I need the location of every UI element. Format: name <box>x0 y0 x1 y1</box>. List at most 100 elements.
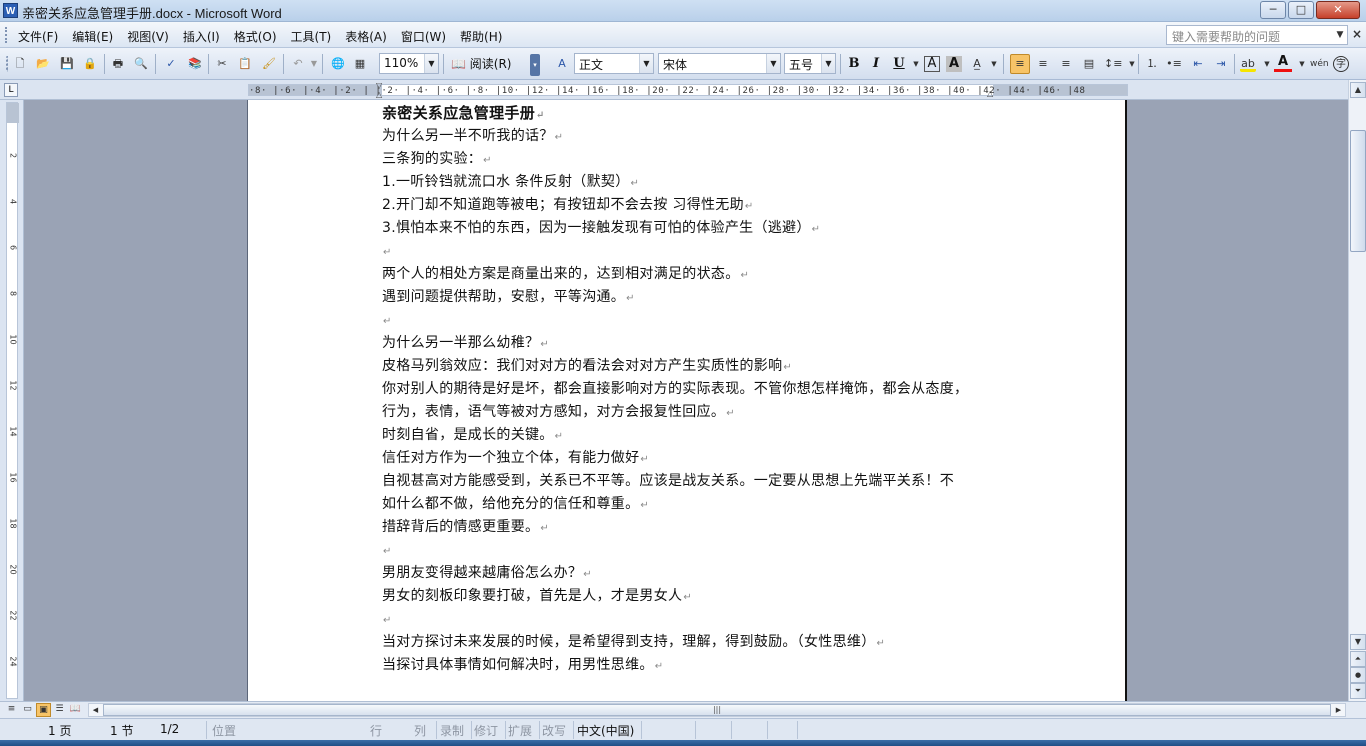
scroll-right-icon[interactable]: ▶ <box>1332 704 1345 716</box>
web-view-icon[interactable]: ▭ <box>20 703 35 717</box>
print-icon[interactable]: 🖶 <box>110 56 126 72</box>
styles-formatting-icon[interactable]: A <box>554 56 570 72</box>
character-scaling-icon[interactable]: A̲ <box>969 56 985 72</box>
print-preview-icon[interactable]: 🔍 <box>133 56 149 72</box>
highlight-icon[interactable]: ab <box>1240 56 1256 72</box>
pinyin-guide-icon[interactable]: wén <box>1310 56 1329 72</box>
menu-item[interactable]: 格式(O) <box>230 26 281 47</box>
menu-item[interactable]: 插入(I) <box>179 26 224 47</box>
close-document-button[interactable]: × <box>1352 27 1362 41</box>
indent-marker-icon[interactable]: ▽ △ <box>376 81 385 99</box>
horizontal-scroll-thumb[interactable]: ||| <box>103 704 1331 716</box>
document-paragraph[interactable]: 你对别人的期待是好是坏，都会直接影响对方的实际表现。不管你想怎样掩饰，都会从态度… <box>382 378 1002 401</box>
next-page-icon[interactable]: ⏷ <box>1350 683 1366 699</box>
document-paragraph[interactable]: 三条狗的实验：↵ <box>382 148 1002 171</box>
scaling-dropdown-icon[interactable]: ▼ <box>986 56 1002 72</box>
document-paragraph[interactable]: 男朋友变得越来越庸俗怎么办？↵ <box>382 562 1002 585</box>
align-right-button[interactable]: ≡ <box>1058 56 1074 72</box>
scroll-thumb[interactable] <box>1350 130 1366 252</box>
toolbar-options-icon[interactable]: ▾ <box>530 54 540 76</box>
format-painter-icon[interactable]: 🖌 <box>261 56 277 72</box>
status-overtype[interactable]: 改写 <box>542 722 566 738</box>
document-paragraph[interactable]: ↵ <box>382 539 1002 562</box>
scroll-down-icon[interactable]: ▼ <box>1350 634 1366 650</box>
document-paragraph[interactable]: 3.惧怕本来不怕的东西，因为一接触发现有可怕的体验产生（逃避）↵ <box>382 217 1002 240</box>
horizontal-scrollbar[interactable]: ◀ ||| ▶ <box>88 703 1346 717</box>
document-paragraph[interactable]: ↵ <box>382 240 1002 263</box>
tables-borders-icon[interactable]: ▦ <box>352 56 368 72</box>
document-paragraph[interactable]: 遇到问题提供帮助，安慰，平等沟通。↵ <box>382 286 1002 309</box>
permission-icon[interactable]: 🔒 <box>82 56 98 72</box>
previous-page-icon[interactable]: ⏶ <box>1350 651 1366 667</box>
align-center-button[interactable]: ≡ <box>1035 56 1051 72</box>
increase-indent-icon[interactable]: ⇥ <box>1213 56 1229 72</box>
outline-view-icon[interactable]: ☰ <box>52 703 67 717</box>
document-paragraph[interactable]: 皮格马列翁效应：我们对对方的看法会对对方产生实质性的影响↵ <box>382 355 1002 378</box>
print-layout-view-icon[interactable]: ▣ <box>36 703 51 717</box>
document-paragraph[interactable]: 措辞背后的情感更重要。↵ <box>382 516 1002 539</box>
document-paragraph[interactable]: ↵ <box>382 309 1002 332</box>
reading-view-icon[interactable]: 📖 <box>68 703 83 717</box>
vertical-ruler[interactable]: 2 4 6 8 10 12 14 16 18 20 22 24 <box>0 100 24 701</box>
document-paragraph[interactable]: 当对方探讨未来发展的时候，是希望得到支持，理解，得到鼓励。（女性思维）↵ <box>382 631 1002 654</box>
menu-grip-handle[interactable] <box>5 27 8 43</box>
bold-button[interactable]: B <box>844 54 864 74</box>
document-paragraph[interactable]: 2.开门却不知道跑等被电；有按钮却不会去按 习得性无助↵ <box>382 194 1002 217</box>
distribute-align-button[interactable]: ▤ <box>1081 56 1097 72</box>
status-extend[interactable]: 扩展 <box>508 722 532 738</box>
menu-item[interactable]: 视图(V) <box>123 26 173 47</box>
open-folder-icon[interactable]: 📂 <box>35 56 51 72</box>
maximize-button[interactable]: □ <box>1288 1 1314 19</box>
font-color-button[interactable]: A <box>1274 54 1292 72</box>
chevron-down-icon[interactable]: ▼ <box>424 54 438 73</box>
menu-item[interactable]: 工具(T) <box>287 26 336 47</box>
browse-object-icon[interactable]: ● <box>1350 667 1366 683</box>
read-mode-button[interactable]: 📖 阅读(R) <box>447 54 515 73</box>
document-page[interactable]: 亲密关系应急管理手册↵ 为什么另一半不听我的话？↵ 三条狗的实验：↵ 1.一听铃铛就流… <box>247 100 1127 701</box>
document-paragraph[interactable]: 为什么另一半那么幼稚？↵ <box>382 332 1002 355</box>
highlight-dropdown-icon[interactable]: ▼ <box>1259 56 1275 72</box>
menu-item[interactable]: 表格(A) <box>341 26 391 47</box>
spelling-icon[interactable]: ✓ <box>163 56 179 72</box>
scroll-up-icon[interactable]: ▲ <box>1350 82 1366 98</box>
new-document-icon[interactable]: 🗋 <box>12 56 28 72</box>
minimize-button[interactable]: ─ <box>1260 1 1286 19</box>
document-paragraph[interactable]: 信任对方作为一个独立个体，有能力做好↵ <box>382 447 1002 470</box>
help-dropdown-arrow[interactable]: ▼ <box>1332 25 1348 45</box>
document-paragraph[interactable]: 时刻自省，是成长的关键。↵ <box>382 424 1002 447</box>
menu-item[interactable]: 窗口(W) <box>397 26 450 47</box>
document-paragraph[interactable]: 为什么另一半不听我的话？↵ <box>382 125 1002 148</box>
numbering-icon[interactable]: ⒈ <box>1144 56 1160 72</box>
zoom-combo[interactable]: 110% ▼ <box>379 53 439 74</box>
paste-icon[interactable]: 📋 <box>237 56 253 72</box>
document-paragraph[interactable]: 1.一听铃铛就流口水 条件反射（默契）↵ <box>382 171 1002 194</box>
hyperlink-icon[interactable]: 🌐 <box>330 56 346 72</box>
document-paragraph[interactable]: 如什么都不做，给他充分的信任和尊重。↵ <box>382 493 1002 516</box>
status-record[interactable]: 录制 <box>440 722 464 738</box>
bullets-icon[interactable]: •≡ <box>1166 56 1182 72</box>
underline-button[interactable]: U <box>889 54 909 74</box>
scroll-left-icon[interactable]: ◀ <box>89 704 102 716</box>
decrease-indent-icon[interactable]: ⇤ <box>1190 56 1206 72</box>
document-paragraph[interactable]: 行为，表情，语气等被对方感知，对方会报复性回应。↵ <box>382 401 1002 424</box>
char-border-button[interactable]: A <box>924 56 940 72</box>
chevron-down-icon[interactable]: ▼ <box>639 54 653 73</box>
word-app-icon[interactable]: W <box>3 3 18 18</box>
document-paragraph[interactable]: ↵ <box>382 608 1002 631</box>
line-spacing-icon[interactable]: ↕≡ <box>1104 56 1122 72</box>
document-body[interactable]: 亲密关系应急管理手册↵ 为什么另一半不听我的话？↵ 三条狗的实验：↵ 1.一听铃铛就流… <box>382 102 1002 677</box>
menu-item[interactable]: 帮助(H) <box>456 26 506 47</box>
underline-dropdown-icon[interactable]: ▼ <box>908 56 924 72</box>
status-track-changes[interactable]: 修订 <box>474 722 498 738</box>
save-icon[interactable]: 💾 <box>59 56 75 72</box>
help-search-input[interactable]: 键入需要帮助的问题 <box>1166 25 1348 45</box>
style-combo[interactable]: 正文 ▼ <box>574 53 654 74</box>
undo-icon[interactable]: ↶ <box>290 56 306 72</box>
close-button[interactable]: ✕ <box>1316 1 1360 19</box>
toolbar-grip[interactable] <box>6 56 9 72</box>
document-paragraph[interactable]: 两个人的相处方案是商量出来的，达到相对满足的状态。↵ <box>382 263 1002 286</box>
char-shading-button[interactable]: A <box>946 56 962 72</box>
cut-icon[interactable]: ✂ <box>214 56 230 72</box>
research-icon[interactable]: 📚 <box>187 56 203 72</box>
chevron-down-icon[interactable]: ▼ <box>821 54 835 73</box>
